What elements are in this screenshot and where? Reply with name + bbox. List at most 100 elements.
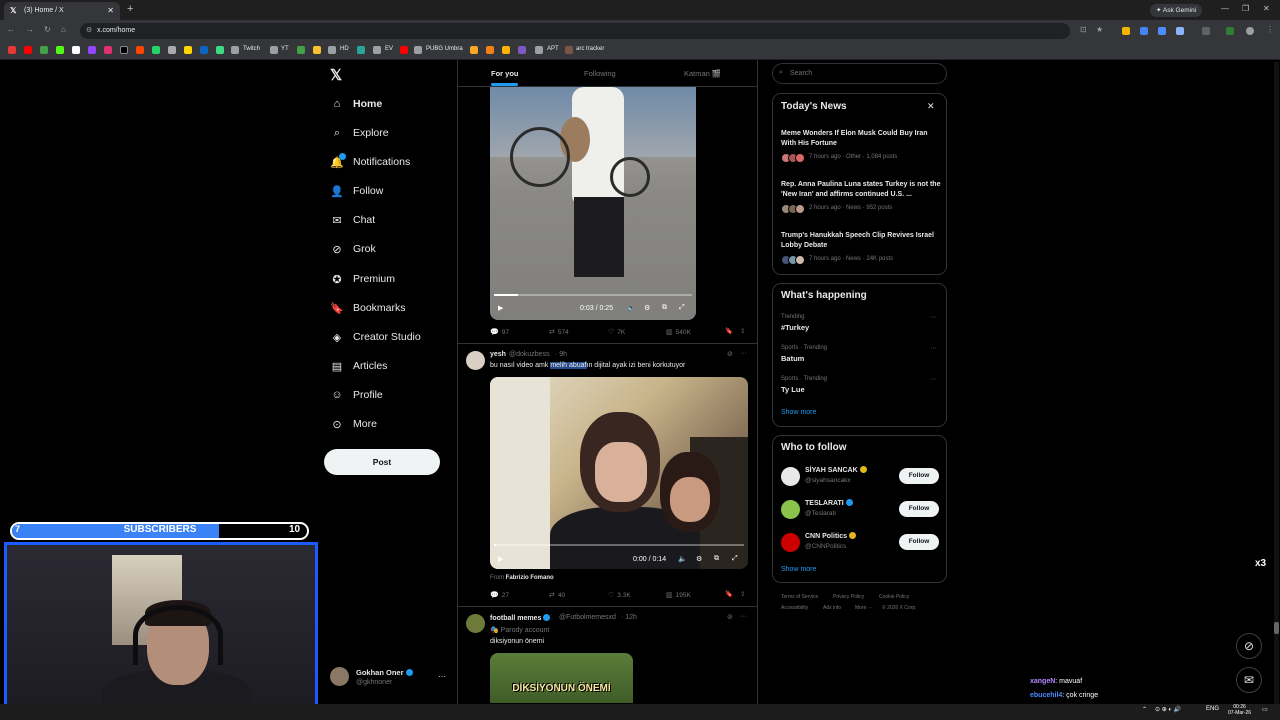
trend-more-icon[interactable]: ··· — [930, 376, 937, 383]
forward-icon[interactable]: → — [26, 25, 34, 34]
follow-button[interactable]: Follow — [899, 468, 939, 484]
follow-suggestion-name[interactable]: SİYAH SANCAK — [805, 466, 867, 474]
grok-explain-icon[interactable]: ⊘ — [727, 350, 733, 358]
url-input[interactable]: ⚙ x.com/home — [80, 23, 1070, 39]
account-more-icon[interactable]: ··· — [438, 672, 446, 681]
repost-button[interactable]: ⇄ 40 — [549, 591, 565, 600]
follow-suggestion-avatar[interactable] — [781, 533, 800, 552]
follow-suggestion-name[interactable]: TESLARATI — [805, 499, 853, 507]
settings-gear-icon[interactable]: ⚙ — [644, 304, 650, 312]
scrollbar-thumb[interactable] — [1274, 622, 1279, 634]
share-icon[interactable]: ⇪ — [740, 327, 745, 335]
extensions-puzzle-icon[interactable] — [1176, 27, 1184, 35]
bookmark-pubg-umbra[interactable]: PUBG Umbra — [426, 46, 463, 52]
bookmark-icon[interactable] — [104, 46, 112, 54]
nav-item-bookmarks[interactable]: 🔖 Bookmarks — [330, 298, 405, 318]
bookmark-icon[interactable] — [357, 46, 365, 54]
side-panel-icon[interactable] — [1202, 27, 1210, 35]
tweet-time[interactable]: · 12h — [621, 614, 637, 621]
reply-button[interactable]: 💬 97 — [490, 328, 509, 337]
news-item-title[interactable]: Trump's Hanukkah Speech Clip Revives Isr… — [781, 231, 941, 251]
bookmark-folder-ev[interactable]: EV — [385, 46, 393, 52]
footer-link[interactable]: More ··· — [855, 605, 873, 611]
bookmark-folder-yt[interactable]: YT — [281, 46, 289, 52]
nav-item-follow[interactable]: 👤 Follow — [330, 181, 383, 201]
notifications-tray-icon[interactable]: ▭ — [1262, 706, 1268, 713]
install-app-icon[interactable]: ⊡ — [1080, 25, 1087, 34]
download-icon[interactable] — [1226, 27, 1234, 35]
bookmark-icon[interactable] — [72, 46, 80, 54]
browser-tab[interactable]: 𝕏 (3) Home / X ✕ — [4, 2, 120, 20]
bookmark-folder-twitch[interactable]: Twitch — [243, 46, 260, 52]
tweet-author-name[interactable]: football memes — [490, 614, 551, 622]
reply-button[interactable]: 💬 27 — [490, 591, 509, 600]
minimize-icon[interactable]: — — [1221, 4, 1229, 13]
bookmark-icon[interactable] — [400, 46, 408, 54]
trend-more-icon[interactable]: ··· — [930, 345, 937, 352]
account-avatar[interactable] — [330, 667, 349, 686]
show-more-link[interactable]: Show more — [781, 566, 816, 573]
bookmark-icon[interactable] — [313, 46, 321, 54]
bookmark-icon[interactable] — [502, 46, 510, 54]
grok-explain-icon[interactable]: ⊘ — [727, 613, 733, 621]
messages-fab-icon[interactable]: ✉ — [1236, 667, 1262, 693]
ask-gemini-button[interactable]: ✦ Ask Gemini — [1150, 4, 1203, 17]
show-more-link[interactable]: Show more — [781, 409, 816, 416]
tweet-author-handle[interactable]: @dokuzbess — [509, 351, 550, 358]
bookmark-star-icon[interactable]: ★ — [1096, 25, 1103, 34]
tweet-time[interactable]: · 9h — [555, 351, 567, 358]
nav-item-more[interactable]: ⊙ More — [330, 414, 377, 434]
trend-more-icon[interactable]: ··· — [930, 314, 937, 321]
tweet-avatar[interactable] — [466, 614, 485, 633]
tab-for-you[interactable]: For you — [491, 69, 519, 78]
footer-link[interactable]: Terms of Service — [781, 594, 818, 600]
nav-item-premium[interactable]: ✪ Premium — [330, 269, 395, 289]
footer-link[interactable]: Accessibility — [781, 605, 808, 611]
bookmark-icon[interactable] — [297, 46, 305, 54]
folder-icon[interactable] — [414, 46, 422, 54]
tweet-video[interactable]: ▶ 0:00 / 0:14 🔈 ⚙ ⧉ ⤢ — [490, 377, 748, 569]
views-button[interactable]: ▥ 195K — [666, 591, 691, 600]
bookmark-icon[interactable] — [486, 46, 494, 54]
footer-link[interactable]: Ads info — [823, 605, 841, 611]
extension-icon[interactable] — [1122, 27, 1130, 35]
play-icon[interactable]: ▶ — [498, 555, 503, 563]
trend-name[interactable]: #Turkey — [781, 323, 809, 332]
bookmark-icon[interactable] — [24, 46, 32, 54]
follow-button[interactable]: Follow — [899, 534, 939, 550]
extension-icon[interactable] — [1140, 27, 1148, 35]
nav-item-grok[interactable]: ⊘ Grok — [330, 239, 375, 259]
bookmark-arc-tracker[interactable]: arc tracker — [576, 46, 604, 52]
menu-kebab-icon[interactable]: ⋮ — [1266, 25, 1274, 34]
tab-katman[interactable]: Katman 🎬 — [684, 69, 721, 78]
bookmark-icon[interactable] — [8, 46, 16, 54]
account-name[interactable]: Gokhan Oner — [356, 668, 413, 677]
search-input[interactable]: ⌕ Search — [772, 63, 947, 84]
trend-name[interactable]: Ty Lue — [781, 385, 805, 394]
follow-button[interactable]: Follow — [899, 501, 939, 517]
footer-link[interactable]: Cookie Policy — [879, 594, 909, 600]
like-button[interactable]: ♡ 3.3K — [608, 591, 631, 600]
bookmark-icon[interactable] — [88, 46, 96, 54]
follow-suggestion-avatar[interactable] — [781, 500, 800, 519]
nav-item-chat[interactable]: ✉ Chat — [330, 210, 375, 230]
bookmark-icon[interactable] — [40, 46, 48, 54]
tray-chevron-icon[interactable]: ⌃ — [1142, 706, 1147, 713]
bookmark-tweet-icon[interactable]: 🔖 — [725, 327, 733, 335]
pip-icon[interactable]: ⧉ — [662, 304, 667, 312]
tab-following[interactable]: Following — [584, 69, 616, 78]
tweet-video[interactable]: ▶ 0:03 / 0:25 🔈 ⚙ ⧉ ⤢ — [490, 87, 696, 320]
play-icon[interactable]: ▶ — [498, 304, 503, 312]
tray-icons[interactable]: ⊙ ⊕ ◐ 🔊 — [1155, 706, 1181, 713]
maximize-icon[interactable]: ❐ — [1242, 4, 1249, 13]
volume-icon[interactable]: 🔈 — [627, 304, 636, 312]
tweet-more-icon[interactable]: ··· — [740, 613, 747, 620]
home-button-icon[interactable]: ⌂ — [61, 25, 66, 34]
bookmark-icon[interactable] — [184, 46, 192, 54]
bookmark-icon[interactable] — [120, 46, 128, 54]
folder-icon[interactable] — [231, 46, 239, 54]
nav-item-profile[interactable]: ☺ Profile — [330, 385, 382, 405]
follow-suggestion-name[interactable]: CNN Politics — [805, 532, 857, 540]
tweet-author-handle[interactable]: @Futbolmemesxd — [559, 614, 616, 621]
like-button[interactable]: ♡ 7K — [608, 328, 625, 337]
